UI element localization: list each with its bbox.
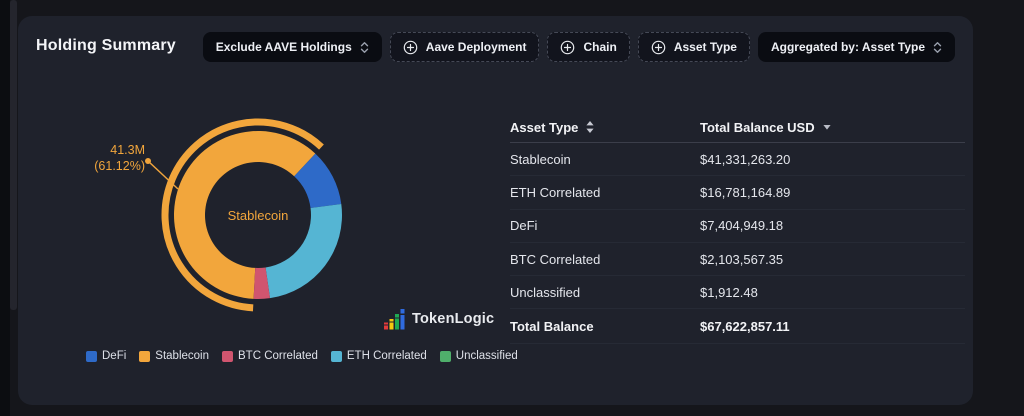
chevron-updown-icon bbox=[360, 41, 369, 54]
balance-cell: $2,103,567.35 bbox=[700, 252, 965, 267]
chart-legend: DeFi Stablecoin BTC Correlated ETH Correlat… bbox=[86, 350, 518, 362]
aggregated-by-dropdown[interactable]: Aggregated by: Asset Type bbox=[758, 32, 955, 62]
column-header-total-balance[interactable]: Total Balance USD bbox=[700, 120, 815, 135]
dropdown-label: Aggregated by: Asset Type bbox=[771, 40, 925, 54]
filter-chain-button[interactable]: Chain bbox=[547, 32, 629, 62]
legend-swatch bbox=[222, 351, 233, 362]
legend-label: BTC Correlated bbox=[238, 350, 318, 362]
donut-chart[interactable] bbox=[158, 115, 358, 315]
filter-label: Asset Type bbox=[674, 40, 737, 54]
filter-asset-type-button[interactable]: Asset Type bbox=[638, 32, 750, 62]
legend-label: Stablecoin bbox=[155, 350, 209, 362]
legend-swatch bbox=[86, 351, 97, 362]
legend-label: Unclassified bbox=[456, 350, 518, 362]
balance-cell: $41,331,263.20 bbox=[700, 152, 965, 167]
asset-type-cell: Unclassified bbox=[510, 285, 700, 300]
legend-item[interactable]: ETH Correlated bbox=[331, 350, 427, 362]
legend-swatch bbox=[331, 351, 342, 362]
sort-both-icon[interactable] bbox=[586, 121, 594, 133]
callout-leader-line bbox=[142, 155, 186, 195]
asset-type-cell: ETH Correlated bbox=[510, 185, 700, 200]
dropdown-label: Exclude AAVE Holdings bbox=[216, 40, 352, 54]
balance-cell: $16,781,164.89 bbox=[700, 185, 965, 200]
exclude-aave-holdings-dropdown[interactable]: Exclude AAVE Holdings bbox=[203, 32, 382, 62]
sort-desc-icon[interactable] bbox=[823, 125, 831, 130]
holdings-table: Asset Type Total Balance USD Stablecoin$… bbox=[510, 112, 965, 344]
legend-swatch bbox=[139, 351, 150, 362]
tokenlogic-logo: TokenLogic bbox=[384, 307, 494, 330]
table-body: Stablecoin$41,331,263.20ETH Correlated$1… bbox=[510, 143, 965, 309]
toolbar: Exclude AAVE Holdings Aave Deployment bbox=[203, 32, 955, 62]
table-total-row: Total Balance $67,622,857.11 bbox=[510, 309, 965, 344]
tokenlogic-logo-icon bbox=[384, 307, 405, 330]
total-label: Total Balance bbox=[510, 319, 700, 334]
filter-aave-deployment-button[interactable]: Aave Deployment bbox=[390, 32, 540, 62]
filter-label: Chain bbox=[583, 40, 616, 54]
plus-circle-icon bbox=[403, 40, 418, 55]
holding-summary-card: Holding Summary Exclude AAVE Holdings Aa… bbox=[18, 16, 973, 405]
pie-segment[interactable] bbox=[266, 204, 342, 298]
legend-label: ETH Correlated bbox=[347, 350, 427, 362]
legend-item[interactable]: Unclassified bbox=[440, 350, 518, 362]
table-row[interactable]: BTC Correlated$2,103,567.35 bbox=[510, 243, 965, 276]
balance-cell: $7,404,949.18 bbox=[700, 218, 965, 233]
plus-circle-icon bbox=[560, 40, 575, 55]
asset-type-cell: Stablecoin bbox=[510, 152, 700, 167]
legend-label: DeFi bbox=[102, 350, 126, 362]
scrollbar-thumb[interactable] bbox=[10, 0, 17, 310]
filter-label: Aave Deployment bbox=[426, 40, 527, 54]
callout-percent: (61.12%) bbox=[70, 158, 145, 174]
pie-callout-label: 41.3M (61.12%) bbox=[70, 142, 145, 174]
left-edge-strip bbox=[0, 0, 10, 416]
table-row[interactable]: Stablecoin$41,331,263.20 bbox=[510, 143, 965, 176]
asset-type-cell: BTC Correlated bbox=[510, 252, 700, 267]
card-header: Holding Summary Exclude AAVE Holdings Aa… bbox=[18, 16, 973, 62]
table-row[interactable]: ETH Correlated$16,781,164.89 bbox=[510, 176, 965, 209]
legend-item[interactable]: DeFi bbox=[86, 350, 126, 362]
legend-item[interactable]: BTC Correlated bbox=[222, 350, 318, 362]
callout-value: 41.3M bbox=[70, 142, 145, 158]
legend-item[interactable]: Stablecoin bbox=[139, 350, 209, 362]
total-balance: $67,622,857.11 bbox=[700, 319, 965, 334]
tokenlogic-logo-text: TokenLogic bbox=[412, 311, 494, 327]
table-row[interactable]: DeFi$7,404,949.18 bbox=[510, 210, 965, 243]
chevron-updown-icon bbox=[933, 41, 942, 54]
table-row[interactable]: Unclassified$1,912.48 bbox=[510, 276, 965, 309]
page-title: Holding Summary bbox=[36, 32, 176, 55]
table-header-row: Asset Type Total Balance USD bbox=[510, 112, 965, 143]
asset-type-cell: DeFi bbox=[510, 218, 700, 233]
plus-circle-icon bbox=[651, 40, 666, 55]
legend-swatch bbox=[440, 351, 451, 362]
column-header-asset-type[interactable]: Asset Type bbox=[510, 120, 578, 135]
balance-cell: $1,912.48 bbox=[700, 285, 965, 300]
